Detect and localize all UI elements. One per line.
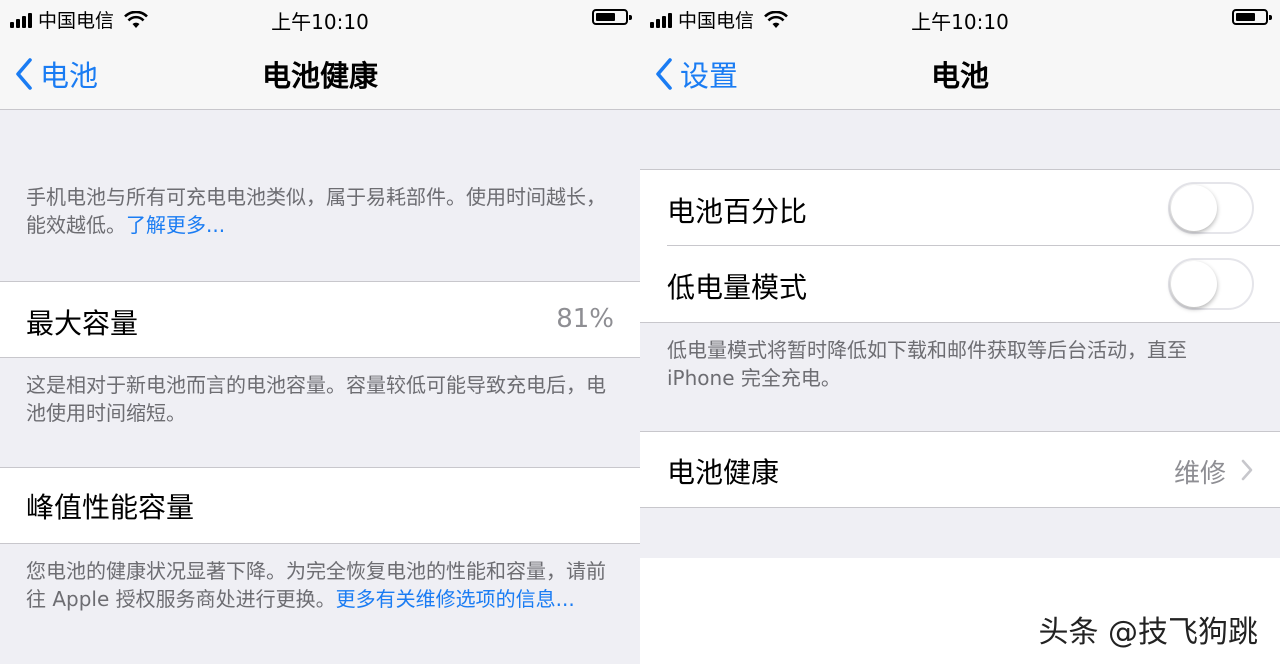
battery-icon [592, 9, 632, 25]
battery-health-status: 维修 [1173, 459, 1226, 489]
page-title: 电池 [930, 59, 989, 93]
low-power-mode-label: 低电量模式 [667, 271, 808, 304]
chevron-right-icon [1241, 459, 1253, 481]
status-time: 上午10:10 [911, 10, 1009, 34]
navigation-bar: 电池 电池健康 [0, 36, 640, 110]
battery-health-screen: 中国电信 上午10:10 电池 电池健康 手机电池与所有可充电电池类似，属于易耗… [0, 0, 640, 664]
page-title: 电池健康 [261, 59, 378, 93]
battery-options-group: 电池百分比 低电量模式 [640, 169, 1280, 323]
battery-icon [1232, 9, 1272, 25]
intro-description: 手机电池与所有可充电电池类似，属于易耗部件。使用时间越长，能效越低。了解更多..… [26, 183, 618, 239]
low-power-note: 低电量模式将暂时降低如下载和邮件获取等后台活动，直至 iPhone 完全充电。 [667, 338, 1187, 390]
max-capacity-label: 最大容量 [26, 307, 139, 340]
peak-performance-note: 您电池的健康状况显著下降。为完全恢复电池的性能和容量，请前往 Apple 授权服… [26, 557, 618, 613]
battery-health-label: 电池健康 [667, 456, 780, 489]
peak-performance-label: 峰值性能容量 [26, 491, 195, 524]
repair-options-link[interactable]: 更多有关维修选项的信息... [336, 587, 575, 611]
status-time: 上午10:10 [271, 10, 369, 34]
low-power-mode-toggle[interactable] [1168, 258, 1254, 310]
row-divider [667, 245, 1280, 246]
max-capacity-note: 这是相对于新电池而言的电池容量。容量较低可能导致充电后，电池使用时间缩短。 [26, 373, 606, 425]
battery-health-row[interactable]: 电池健康 维修 [640, 431, 1280, 508]
navigation-bar: 设置 电池 [640, 36, 1280, 110]
status-bar: 中国电信 上午10:10 [640, 0, 1280, 36]
max-capacity-row: 最大容量 81% [0, 281, 640, 358]
learn-more-link[interactable]: 了解更多... [126, 213, 225, 237]
peak-performance-row: 峰值性能容量 [0, 467, 640, 544]
battery-percentage-label: 电池百分比 [667, 195, 808, 228]
max-capacity-value: 81% [556, 304, 614, 334]
status-bar: 中国电信 上午10:10 [0, 0, 640, 36]
battery-percentage-toggle[interactable] [1168, 182, 1254, 234]
intro-text: 手机电池与所有可充电电池类似，属于易耗部件。使用时间越长，能效越低。 [26, 185, 606, 237]
watermark-text: 头条 @技飞狗跳 [1038, 615, 1258, 650]
battery-settings-screen: 中国电信 上午10:10 设置 电池 电池百分比 低电量模式 低电量模式将暂时降… [640, 0, 1280, 664]
